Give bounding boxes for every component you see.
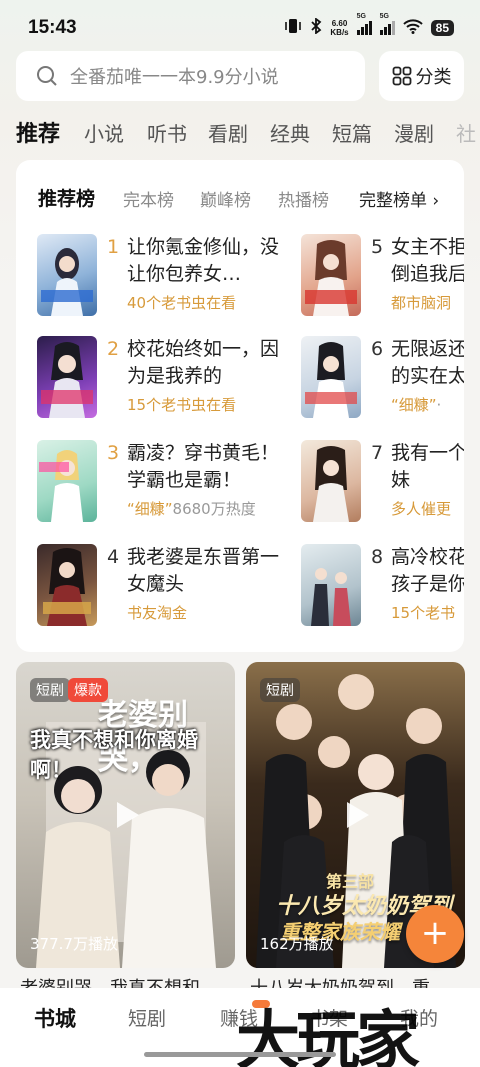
book-meta: 15个老书虫在看 [127, 396, 237, 414]
search-icon [37, 66, 57, 86]
book-item[interactable]: 4 我老婆是东晋第一女魔头 书友淘金 [37, 544, 337, 628]
book-title: 霸凌？穿书黄毛！学霸也是霸！ [127, 442, 280, 491]
nav-bookstore[interactable]: 书城 [34, 1003, 76, 1033]
book-meta-quote: “细糠” [127, 500, 173, 518]
book-cover [37, 234, 97, 316]
poster-title-2: 我真不想和你离婚啊！ [30, 728, 198, 782]
drama-tag: 短剧 [260, 678, 300, 702]
category-label: 分类 [415, 67, 452, 88]
book-cover [37, 336, 97, 418]
book-meta: “细糠”· [391, 394, 441, 415]
clock: 15:43 [28, 17, 77, 38]
book-title: 让你氪金修仙，没让你包养女… [127, 236, 280, 285]
book-title: 我老婆是东晋第一女魔头 [127, 546, 280, 595]
play-icon [346, 802, 369, 828]
book-cover [301, 544, 361, 626]
book-cover [37, 440, 97, 522]
book-meta-extra: · [436, 396, 442, 414]
net-speed: 6.60 KB/s [330, 19, 348, 37]
rank-tab-peak[interactable]: 巅峰榜 [200, 186, 251, 211]
book-item[interactable]: 1 让你氪金修仙，没让你包养女… 40个老书虫在看 [37, 234, 337, 318]
book-meta: “细糠”8680万热度 [127, 498, 256, 519]
book-cover [301, 440, 361, 522]
status-bar: 15:43 6.60 KB/s 5G 5G 85 [0, 0, 480, 48]
status-icons: 6.60 KB/s 5G 5G 85 [284, 13, 454, 37]
ranking-card: 推荐榜 完本榜 巅峰榜 热播榜 完整榜单 › 1 让你氪金修仙，没让你包养女… … [16, 160, 464, 652]
book-meta-heat: 8680万热度 [172, 500, 256, 518]
search-bar[interactable]: 全番茄唯一一本9.9分小说 [16, 51, 365, 101]
book-title: 高冷校花孩子是你 [391, 546, 464, 595]
wifi-icon [402, 18, 423, 37]
rank-number: 2 [107, 338, 120, 360]
signal-1-label: 5G [356, 12, 366, 20]
book-title: 无限返还的实在太 [391, 338, 464, 387]
book-cover [301, 336, 361, 418]
tab-more[interactable]: 社 [456, 118, 476, 147]
book-title: 女主不拒倒追我后 [391, 236, 464, 285]
rank-number: 4 [107, 546, 120, 568]
grid-icon [392, 66, 411, 86]
top-tabs: 推荐 小说 听书 看剧 经典 短篇 漫剧 社 [0, 112, 480, 152]
add-fab-button[interactable]: + [406, 905, 464, 963]
net-speed-value: 6.60 [331, 18, 348, 28]
drama-card[interactable]: 老婆别哭， 我真不想和你离婚啊！ 短剧 爆款 377.7万播放 [16, 662, 235, 968]
play-icon [116, 802, 139, 828]
signal-2-icon: 5G [379, 13, 395, 35]
tab-recommend[interactable]: 推荐 [16, 116, 60, 148]
signal-2-label: 5G [379, 12, 389, 20]
search-placeholder: 全番茄唯一一本9.9分小说 [70, 67, 279, 88]
drama-tag: 短剧 [30, 678, 70, 702]
home-indicator[interactable] [144, 1052, 336, 1057]
book-meta-quote: “细糠” [391, 396, 437, 414]
battery-indicator: 85 [430, 19, 454, 36]
play-count: 377.7万播放 [30, 935, 118, 953]
rank-tab-recommend[interactable]: 推荐榜 [38, 184, 95, 211]
tab-drama[interactable]: 看剧 [208, 118, 248, 147]
play-count: 162万播放 [260, 935, 334, 953]
category-button[interactable]: 分类 [379, 51, 464, 101]
tab-classic[interactable]: 经典 [270, 118, 310, 147]
nav-short-drama[interactable]: 短剧 [128, 1004, 166, 1031]
rank-number: 7 [371, 442, 384, 464]
book-item[interactable]: 5 女主不拒倒追我后 都市脑洞 [301, 234, 464, 318]
signal-1-icon: 5G [356, 13, 372, 35]
book-meta: 都市脑洞 [391, 294, 452, 312]
book-item[interactable]: 7 我有一个妹 多人催更 [301, 440, 464, 524]
book-title: 校花始终如一，因为是我养的 [127, 338, 280, 387]
vibrate-icon [284, 18, 302, 37]
rank-number: 3 [107, 442, 120, 464]
book-title: 我有一个妹 [391, 442, 464, 491]
book-item[interactable]: 8 高冷校花孩子是你 15个老书 [301, 544, 464, 628]
book-cover [301, 234, 361, 316]
book-item[interactable]: 3 霸凌？穿书黄毛！学霸也是霸！ “细糠”8680万热度 [37, 440, 337, 524]
book-meta: 多人催更 [391, 500, 452, 518]
tab-audiobook[interactable]: 听书 [147, 118, 187, 147]
book-meta: 书友淘金 [127, 604, 188, 622]
tab-novel[interactable]: 小说 [84, 118, 124, 147]
rank-number: 8 [371, 546, 384, 568]
bluetooth-icon [310, 17, 322, 37]
book-item[interactable]: 2 校花始终如一，因为是我养的 15个老书虫在看 [37, 336, 337, 420]
tab-comic[interactable]: 漫剧 [394, 118, 434, 147]
book-item[interactable]: 6 无限返还的实在太 “细糠”· [301, 336, 464, 420]
book-meta: 40个老书虫在看 [127, 294, 237, 312]
book-cover [37, 544, 97, 626]
rank-number: 6 [371, 338, 384, 360]
ranking-column-2: 5 女主不拒倒追我后 都市脑洞 6 无限返还的实在太 “细糠”· 7 我有一个妹… [301, 160, 464, 652]
rank-number: 1 [107, 236, 120, 258]
rank-number: 5 [371, 236, 384, 258]
net-speed-unit: KB/s [330, 27, 349, 37]
tab-short[interactable]: 短篇 [332, 118, 372, 147]
book-meta: 15个老书 [391, 604, 456, 622]
rank-tab-complete[interactable]: 完本榜 [123, 186, 174, 211]
hot-badge: 爆款 [68, 678, 108, 702]
